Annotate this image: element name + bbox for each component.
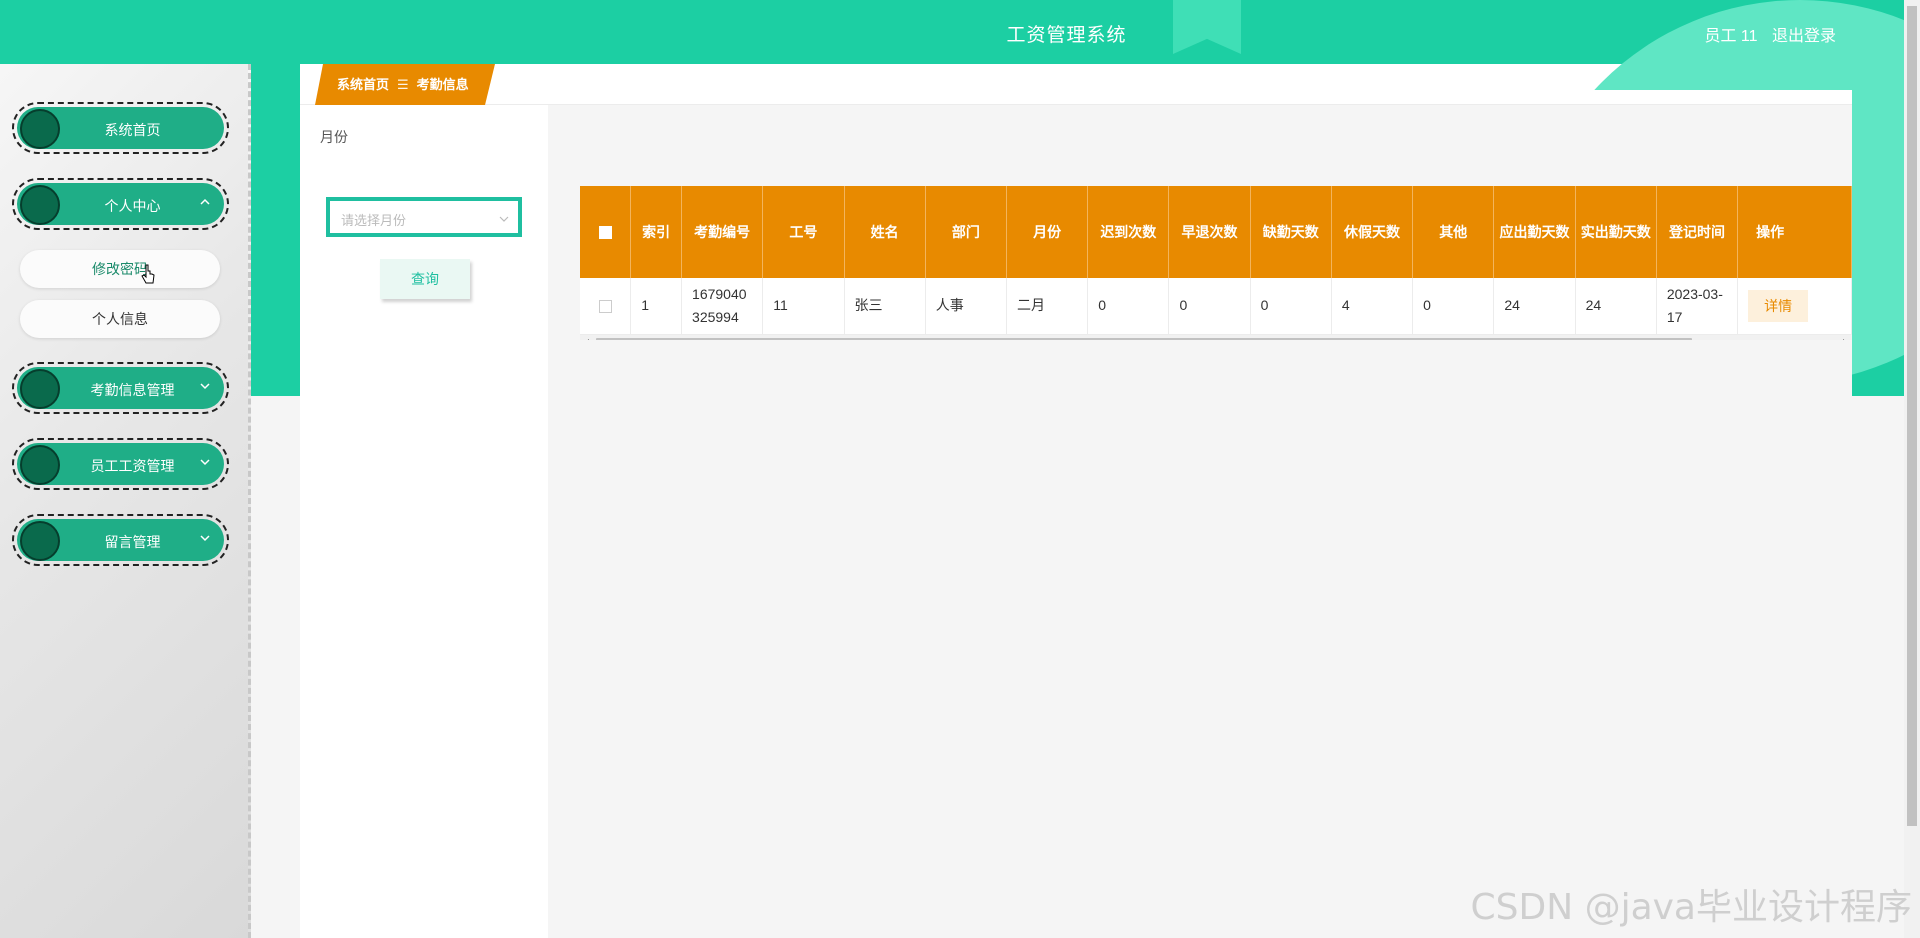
horizontal-scrollbar[interactable] — [580, 335, 1852, 340]
sidebar-item-label: 系统首页 — [104, 122, 161, 138]
sidebar-item-home[interactable]: 系统首页 — [12, 102, 229, 154]
detail-button[interactable]: 详情 — [1748, 289, 1809, 322]
sidebar: 系统首页 个人中心 修改密码 个人信息 考勤信息管理 员工工资管理 留言管理 — [0, 64, 251, 938]
chevron-down-icon — [198, 379, 212, 393]
menu-pill: 系统首页 — [17, 107, 224, 149]
column-header: 其他 — [1412, 186, 1495, 278]
checkbox-icon — [598, 226, 612, 240]
column-header: 实出勤天数 — [1575, 186, 1657, 278]
scroll-left-arrow-icon[interactable] — [584, 339, 589, 340]
menu-pill: 留言管理 — [17, 519, 224, 561]
scrollbar-thumb[interactable] — [1907, 6, 1917, 826]
column-header: 应出勤天数 — [1493, 186, 1576, 278]
column-header: 操作 — [1737, 186, 1852, 278]
scroll-right-arrow-icon[interactable] — [1843, 339, 1848, 340]
cell-employee-no: 11 — [762, 278, 845, 335]
sidebar-item-messages[interactable]: 留言管理 — [12, 514, 229, 566]
column-header: 姓名 — [844, 186, 926, 278]
scrollbar-thumb[interactable] — [596, 338, 1692, 340]
table-header-row: 索引 考勤编号 工号 姓名 部门 月份 迟到次数 早退次数 缺勤天数 休假天数 … — [580, 186, 1852, 278]
query-button[interactable]: 查询 — [380, 259, 470, 299]
column-header: 缺勤天数 — [1250, 186, 1332, 278]
cell-attendance-no: 1679040325994 — [681, 278, 764, 335]
cell-early-leave-count: 0 — [1168, 278, 1251, 335]
month-select[interactable]: 请选择月份 — [326, 197, 522, 237]
month-select-placeholder: 请选择月份 — [341, 213, 407, 228]
cell-other: 0 — [1412, 278, 1495, 335]
column-header: 登记时间 — [1656, 186, 1739, 278]
user-name: 员工 11 — [1704, 28, 1758, 45]
attendance-table: 索引 考勤编号 工号 姓名 部门 月份 迟到次数 早退次数 缺勤天数 休假天数 … — [580, 186, 1852, 340]
column-header: 考勤编号 — [681, 186, 764, 278]
sidebar-item-salary[interactable]: 员工工资管理 — [12, 438, 229, 490]
sidebar-item-label: 个人中心 — [104, 198, 161, 214]
menu-pill: 考勤信息管理 — [17, 367, 224, 409]
cell-late-count: 0 — [1087, 278, 1170, 335]
column-header: 索引 — [630, 186, 683, 278]
main-content: 系统首页 ☰ 考勤信息 月份 请选择月份 查询 索引 考勤编号 工号 姓名 部门… — [300, 64, 1852, 938]
sidebar-subitem-change-password[interactable]: 修改密码 — [20, 250, 220, 288]
chevron-up-icon — [198, 195, 212, 209]
breadcrumb-current: 考勤信息 — [416, 77, 469, 92]
column-header: 部门 — [925, 186, 1007, 278]
cell-leave-days: 4 — [1331, 278, 1414, 335]
cell-month: 二月 — [1006, 278, 1089, 335]
vertical-scrollbar[interactable] — [1904, 0, 1920, 938]
column-header: 早退次数 — [1168, 186, 1251, 278]
select-all-checkbox[interactable] — [580, 186, 632, 278]
cell-department: 人事 — [925, 278, 1007, 335]
logout-link[interactable]: 退出登录 — [1772, 28, 1836, 45]
breadcrumb-separator-icon: ☰ — [397, 77, 409, 92]
sidebar-item-label: 员工工资管理 — [90, 458, 175, 474]
sidebar-subitem-personal-info[interactable]: 个人信息 — [20, 300, 220, 338]
cell-index: 1 — [630, 278, 683, 335]
cell-absent-days: 0 — [1250, 278, 1332, 335]
column-header: 月份 — [1006, 186, 1089, 278]
cell-register-time: 2023-03-17 — [1656, 278, 1739, 335]
breadcrumb-home[interactable]: 系统首页 — [337, 77, 389, 92]
sidebar-item-label: 考勤信息管理 — [90, 382, 175, 398]
user-area: 员工 11 退出登录 — [1704, 22, 1836, 46]
chevron-down-icon — [498, 212, 510, 224]
cell-name: 张三 — [844, 278, 926, 335]
filter-panel: 月份 请选择月份 查询 — [300, 105, 548, 938]
cell-action: 详情 — [1737, 278, 1852, 335]
column-header: 休假天数 — [1331, 186, 1414, 278]
cell-required-days: 24 — [1493, 278, 1576, 335]
column-header: 迟到次数 — [1087, 186, 1170, 278]
top-header: 工资管理系统 员工 11 退出登录 — [0, 0, 1920, 90]
menu-pill: 员工工资管理 — [17, 443, 224, 485]
chevron-down-icon — [198, 531, 212, 545]
row-checkbox[interactable] — [580, 278, 632, 335]
sidebar-item-label: 留言管理 — [104, 534, 161, 550]
month-label: 月份 — [320, 129, 348, 145]
chevron-down-icon — [198, 455, 212, 469]
app-title: 工资管理系统 — [1006, 25, 1127, 46]
table-row: 1 1679040325994 11 张三 人事 二月 0 0 0 4 0 24… — [580, 278, 1852, 335]
column-header: 工号 — [762, 186, 845, 278]
cell-actual-days: 24 — [1575, 278, 1657, 335]
mouse-pointer-icon — [141, 264, 157, 286]
checkbox-icon — [598, 300, 612, 314]
breadcrumb: 系统首页 ☰ 考勤信息 — [315, 64, 495, 105]
watermark: CSDN @java毕业设计程序 — [1470, 887, 1912, 928]
sidebar-item-attendance[interactable]: 考勤信息管理 — [12, 362, 229, 414]
menu-pill: 个人中心 — [17, 183, 224, 225]
sidebar-item-personal-center[interactable]: 个人中心 — [12, 178, 229, 230]
